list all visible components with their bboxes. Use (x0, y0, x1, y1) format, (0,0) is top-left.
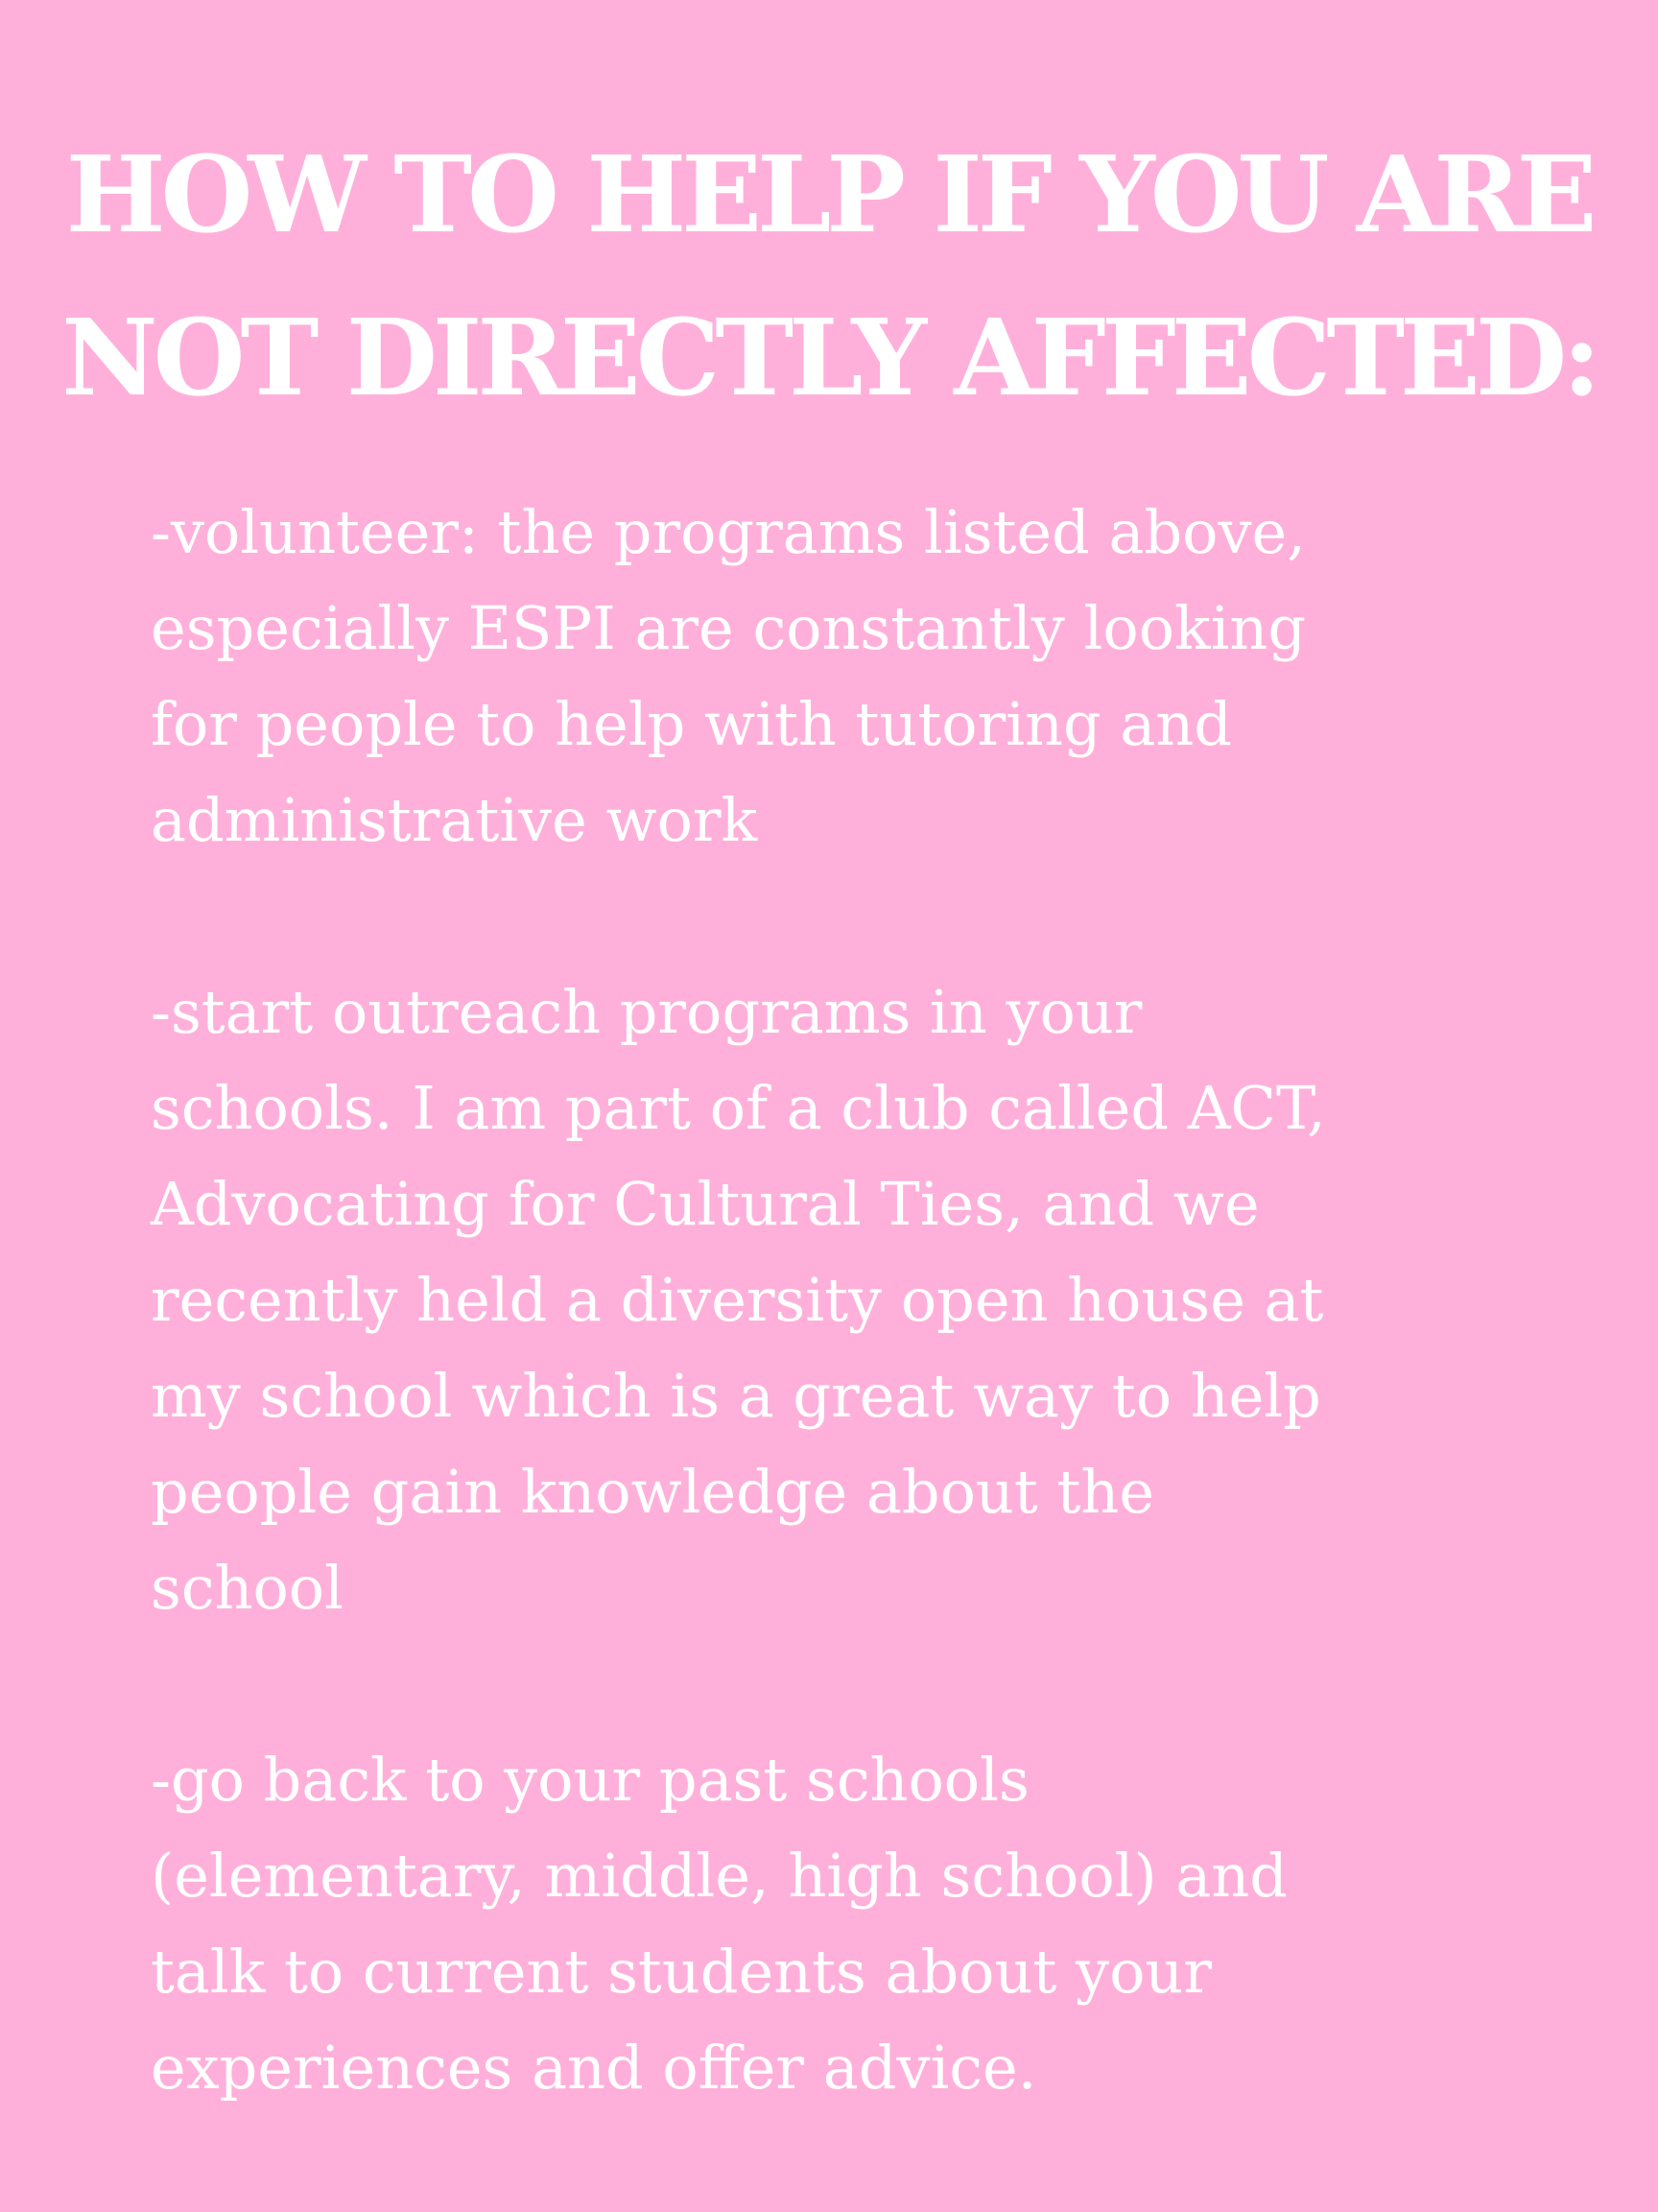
paragraph-line: schools. I am part of a club called ACT, (151, 1073, 1326, 1143)
paragraph-past-schools: -go back to your past schools (elementar… (151, 1732, 1571, 2116)
body-text: -volunteer: the programs listed above, e… (151, 485, 1571, 2212)
paragraph-line: talk to current students about your (151, 1937, 1212, 2007)
paragraph-line: people gain knowledge about the (151, 1457, 1155, 1527)
paragraph-line: my school which is a great way to help (151, 1361, 1321, 1431)
paragraph-line: for people to help with tutoring and (151, 689, 1232, 759)
page-title: HOW TO HELP IF YOU ARE NOT DIRECTLY AFFE… (0, 113, 1658, 440)
page: HOW TO HELP IF YOU ARE NOT DIRECTLY AFFE… (0, 0, 1658, 2211)
paragraph-volunteer: -volunteer: the programs listed above, e… (151, 485, 1571, 868)
paragraph-line: administrative work (151, 785, 758, 855)
paragraph-line: especially ESPI are constantly looking (151, 593, 1307, 663)
paragraph-line: -start outreach programs in your (151, 977, 1143, 1047)
title-line-1: HOW TO HELP IF YOU ARE (65, 132, 1598, 256)
paragraph-line: (elementary, middle, high school) and (151, 1841, 1288, 1911)
title-line-2: NOT DIRECTLY AFFECTED: (61, 296, 1601, 419)
paragraph-outreach: -start outreach programs in your schools… (151, 964, 1571, 1636)
paragraph-line: -volunteer: the programs listed above, (151, 497, 1306, 567)
paragraph-line: Advocating for Cultural Ties, and we (151, 1169, 1260, 1239)
paragraph-line: school (151, 1553, 343, 1623)
paragraph-line: recently held a diversity open house at (151, 1265, 1324, 1335)
paragraph-line: experiences and offer advice. (151, 2033, 1037, 2103)
paragraph-line: -go back to your past schools (151, 1745, 1030, 1815)
